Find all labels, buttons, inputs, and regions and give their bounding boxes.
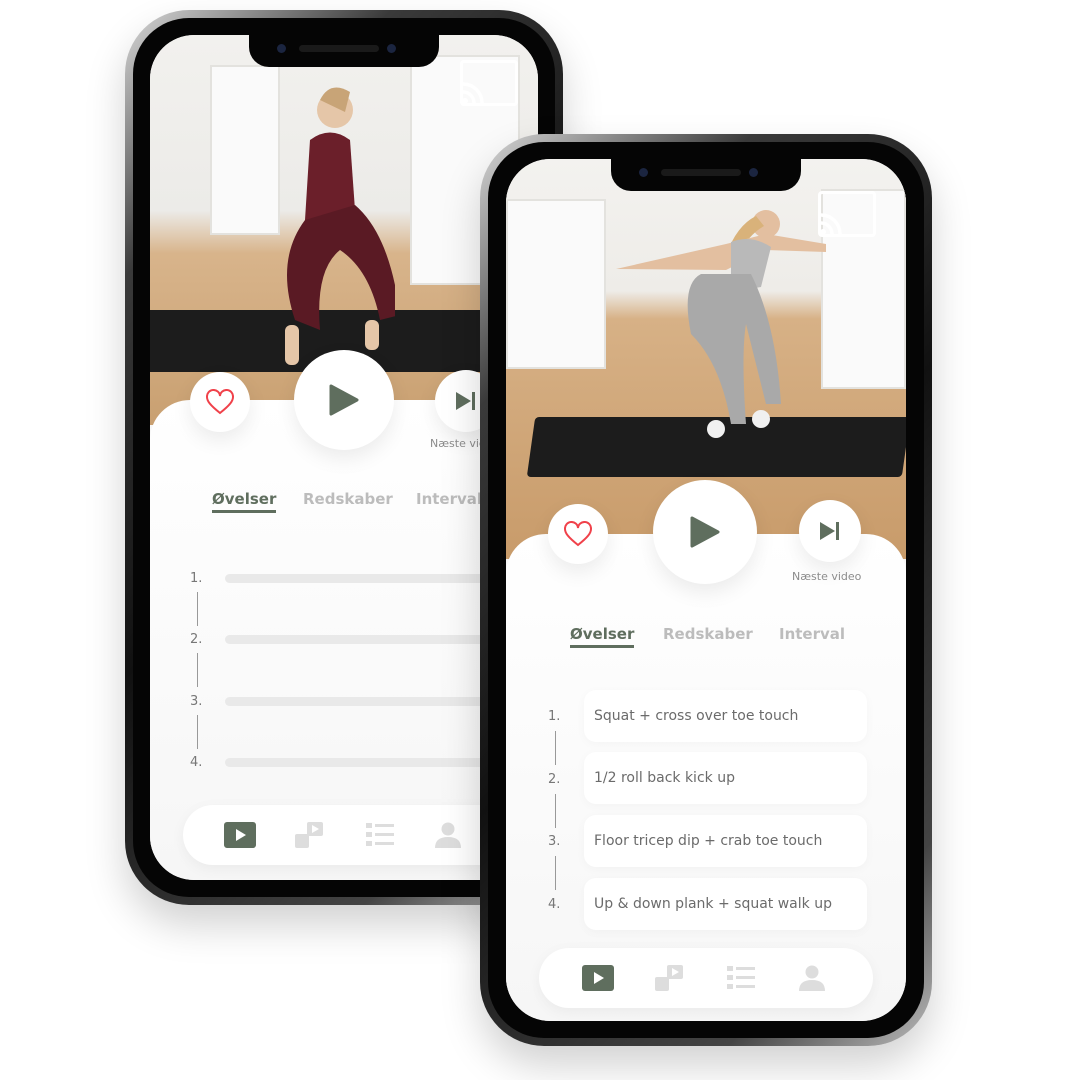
- video-play-icon[interactable]: [224, 822, 256, 848]
- profile-icon[interactable]: [435, 822, 461, 848]
- play-icon: [329, 384, 359, 416]
- exercise-item[interactable]: Up & down plank + squat walk up: [584, 878, 867, 930]
- notch: [249, 35, 439, 67]
- exercise-item[interactable]: Squat + cross over toe touch: [584, 690, 867, 742]
- videos-icon[interactable]: [655, 965, 685, 991]
- list-icon[interactable]: [727, 966, 755, 990]
- front-phone-screen: Næste video Øvelser Redskaber Interval 1…: [506, 159, 906, 1021]
- tab-redskaber[interactable]: Redskaber: [663, 625, 753, 643]
- bottom-nav: [539, 948, 873, 1008]
- next-video-label: Næste video: [792, 570, 862, 583]
- play-button[interactable]: [653, 480, 757, 584]
- list-number: 1.: [190, 571, 203, 586]
- favorite-button[interactable]: [548, 504, 608, 564]
- exercise-number: 1.: [548, 709, 561, 724]
- tab-interval[interactable]: Interval: [416, 490, 482, 508]
- video-play-icon[interactable]: [582, 965, 614, 991]
- list-number: 2.: [190, 632, 203, 647]
- skip-next-icon: [456, 392, 475, 410]
- cast-icon: [820, 213, 842, 235]
- profile-icon[interactable]: [799, 965, 825, 991]
- bottom-nav: [183, 805, 523, 865]
- heart-icon: [206, 389, 234, 415]
- list-number: 3.: [190, 694, 203, 709]
- skip-next-icon: [820, 522, 839, 540]
- exercise-number: 3.: [548, 834, 561, 849]
- next-video-label: Næste vid: [430, 437, 486, 450]
- play-button[interactable]: [294, 350, 394, 450]
- exercise-item[interactable]: 1/2 roll back kick up: [584, 752, 867, 804]
- cast-button[interactable]: [460, 60, 518, 106]
- front-phone: Næste video Øvelser Redskaber Interval 1…: [480, 134, 932, 1046]
- favorite-button[interactable]: [190, 372, 250, 432]
- cast-button[interactable]: [818, 191, 876, 237]
- tab-ovelser[interactable]: Øvelser: [212, 490, 277, 513]
- exercise-item[interactable]: Floor tricep dip + crab toe touch: [584, 815, 867, 867]
- list-icon[interactable]: [366, 823, 394, 847]
- next-video-button[interactable]: [799, 500, 861, 562]
- exercise-number: 4.: [548, 897, 561, 912]
- videos-icon[interactable]: [295, 822, 325, 848]
- cast-icon: [462, 82, 484, 104]
- heart-icon: [564, 521, 592, 547]
- list-number: 4.: [190, 755, 203, 770]
- tab-ovelser[interactable]: Øvelser: [570, 625, 635, 648]
- tab-interval[interactable]: Interval: [779, 625, 845, 643]
- notch: [611, 159, 801, 191]
- play-icon: [690, 516, 720, 548]
- athlete-figure: [285, 87, 395, 365]
- athlete-figure: [616, 210, 826, 438]
- tab-redskaber[interactable]: Redskaber: [303, 490, 393, 508]
- exercise-number: 2.: [548, 772, 561, 787]
